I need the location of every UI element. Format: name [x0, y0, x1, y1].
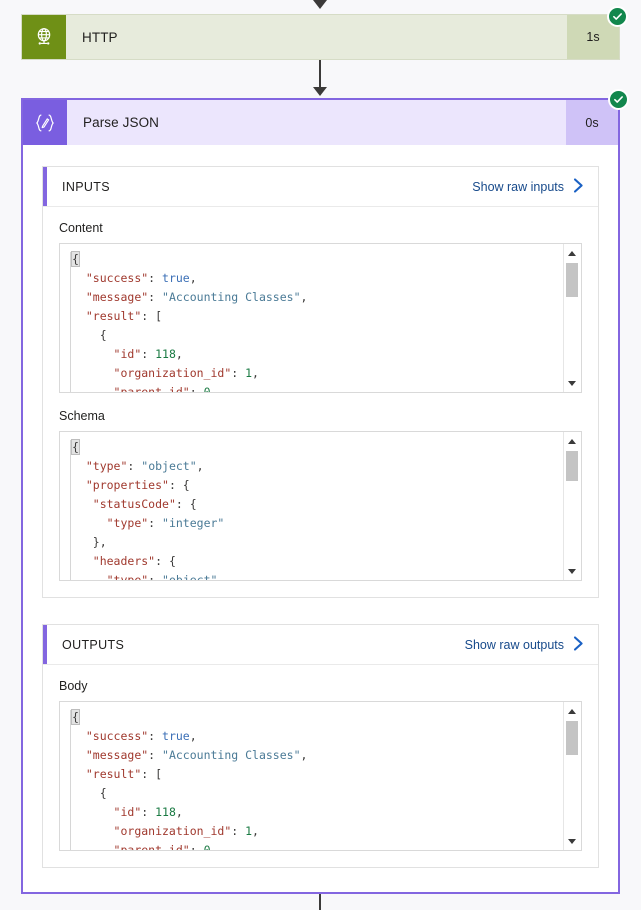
inputs-field-content: Content { "success": true, "message": "A…: [43, 207, 598, 409]
connector-line-bottom: [319, 894, 321, 910]
scroll-up-button[interactable]: [564, 245, 580, 261]
action-body-parse-json: INPUTS Show raw inputs Content { "succes…: [23, 166, 618, 868]
outputs-section: OUTPUTS Show raw outputs Body { "success…: [42, 624, 599, 868]
action-header-http[interactable]: HTTP 1s: [22, 15, 619, 59]
globe-icon: [22, 15, 66, 59]
status-badge-succeeded-http: [607, 6, 628, 27]
scroll-thumb[interactable]: [566, 721, 578, 755]
show-raw-inputs-link[interactable]: Show raw inputs: [472, 177, 584, 196]
scroll-up-button[interactable]: [564, 703, 580, 719]
action-header-parse-json[interactable]: Parse JSON 0s: [23, 100, 618, 145]
schema-code-text[interactable]: { "type": "object", "properties": { "sta…: [60, 432, 564, 580]
inputs-field-schema: Schema { "type": "object", "properties":…: [43, 409, 598, 597]
field-label-schema: Schema: [59, 409, 105, 423]
inputs-title: INPUTS: [62, 179, 110, 194]
chevron-right-icon: [573, 635, 584, 654]
body-scrollbar[interactable]: [563, 702, 581, 850]
connector-arrow-parsejson: [313, 87, 327, 96]
show-raw-inputs-label: Show raw inputs: [472, 179, 564, 194]
field-label-body: Body: [59, 679, 88, 693]
scroll-thumb[interactable]: [566, 263, 578, 297]
show-raw-outputs-label: Show raw outputs: [464, 637, 564, 652]
field-label-content: Content: [59, 221, 103, 235]
action-title-http: HTTP: [82, 29, 118, 45]
scroll-up-button[interactable]: [564, 433, 580, 449]
outputs-field-body: Body { "success": true, "message": "Acco…: [43, 665, 598, 867]
schema-codebox[interactable]: { "type": "object", "properties": { "sta…: [59, 431, 582, 581]
scroll-down-button[interactable]: [564, 375, 580, 391]
body-codebox[interactable]: { "success": true, "message": "Accountin…: [59, 701, 582, 851]
action-card-http[interactable]: HTTP 1s: [21, 6, 628, 60]
scroll-down-button[interactable]: [564, 563, 580, 579]
chevron-right-icon: [573, 177, 584, 196]
show-raw-outputs-link[interactable]: Show raw outputs: [464, 635, 584, 654]
scroll-thumb[interactable]: [566, 451, 578, 481]
status-badge-succeeded-parse-json: [608, 89, 629, 110]
body-code-text[interactable]: { "success": true, "message": "Accountin…: [60, 702, 564, 850]
action-title-parse-json: Parse JSON: [83, 115, 160, 130]
inputs-section: INPUTS Show raw inputs Content { "succes…: [42, 166, 599, 598]
outputs-title: OUTPUTS: [62, 637, 125, 652]
content-code-text[interactable]: { "success": true, "message": "Accountin…: [60, 244, 564, 392]
schema-scrollbar[interactable]: [563, 432, 581, 580]
action-card-parse-json[interactable]: Parse JSON 0s INPUTS Show raw inputs Con…: [21, 89, 629, 894]
flow-run-canvas: HTTP 1s Parse JSON 0s INPUTS Show raw in…: [0, 0, 641, 910]
outputs-header: OUTPUTS Show raw outputs: [43, 625, 598, 665]
scroll-down-button[interactable]: [564, 833, 580, 849]
parse-json-icon: [23, 100, 67, 145]
connector-arrow-top: [313, 0, 327, 9]
content-scrollbar[interactable]: [563, 244, 581, 392]
inputs-header: INPUTS Show raw inputs: [43, 167, 598, 207]
content-codebox[interactable]: { "success": true, "message": "Accountin…: [59, 243, 582, 393]
